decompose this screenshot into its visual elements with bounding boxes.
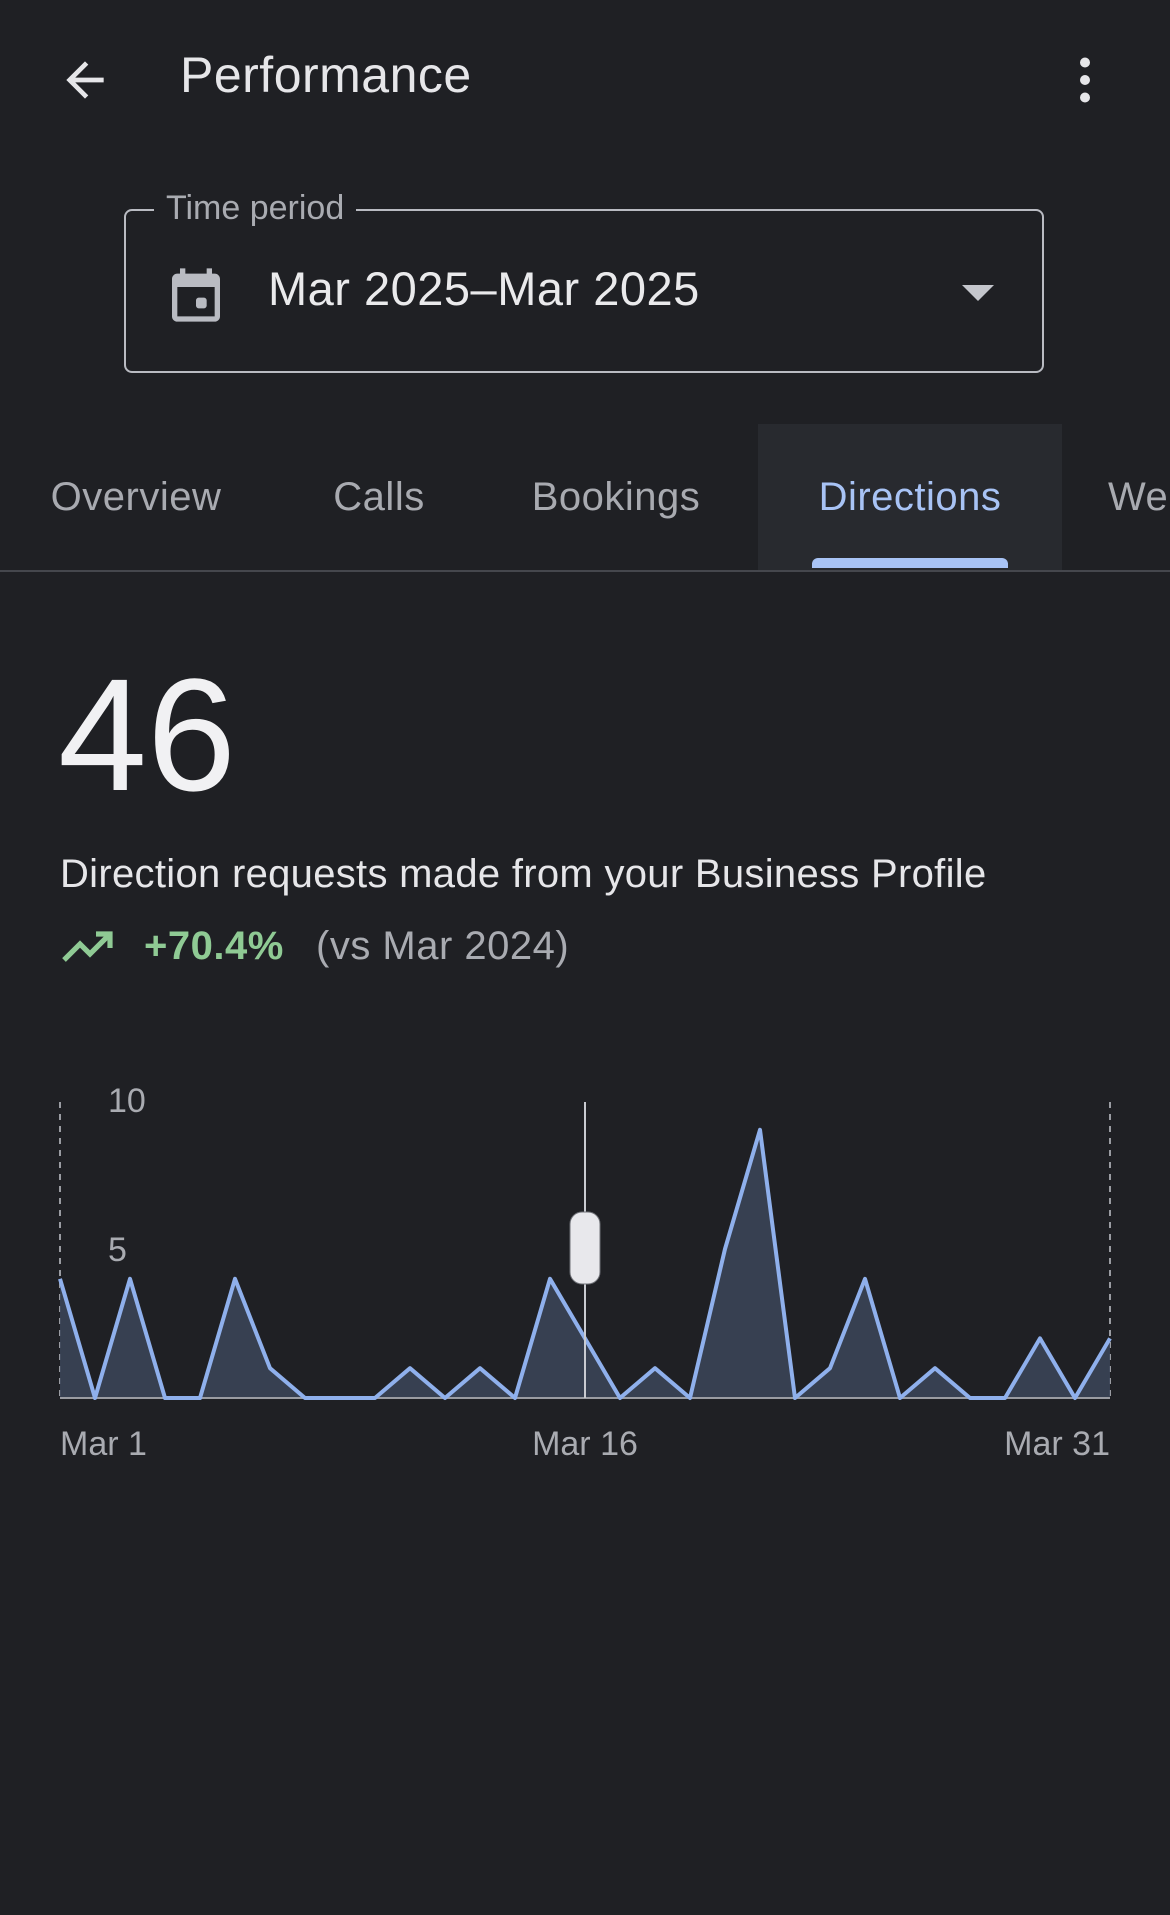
scrub-cursor-handle[interactable] [569, 1211, 601, 1285]
calendar-icon [172, 268, 220, 322]
arrow-drop-down-icon [962, 285, 994, 301]
time-period-dropdown[interactable]: Time period Mar 2025–Mar 2025 [124, 187, 1044, 373]
tab-website-clicks[interactable]: Website clicks [1094, 424, 1170, 570]
tab-directions[interactable]: Directions [758, 424, 1062, 570]
app-bar: Performance [0, 0, 1170, 150]
tab-overview[interactable]: Overview [0, 424, 272, 570]
more-options-button[interactable] [1040, 35, 1130, 125]
y-tick-label: 10 [108, 1082, 146, 1120]
time-period-label: Time period [154, 187, 357, 229]
x-tick-label: Mar 31 [1004, 1425, 1110, 1463]
back-button[interactable] [40, 35, 130, 125]
time-period-value: Mar 2025–Mar 2025 [268, 262, 700, 315]
active-tab-indicator [812, 558, 1008, 568]
tab-bar: Overview Calls Bookings Directions Websi… [0, 424, 1170, 572]
trending-up-icon [62, 931, 113, 962]
y-tick-label: 5 [108, 1231, 127, 1269]
percent-change: +70.4% [144, 924, 284, 968]
metric-description: Direction requests made from your Busine… [60, 852, 987, 896]
tab-bookings[interactable]: Bookings [498, 424, 734, 570]
page-title: Performance [180, 47, 472, 103]
comparison-period: (vs Mar 2024) [316, 924, 570, 968]
more-vert-icon [1080, 57, 1090, 103]
x-tick-label: Mar 16 [532, 1425, 638, 1463]
direction-requests-count: 46 [58, 645, 236, 824]
x-tick-label: Mar 1 [60, 1425, 147, 1463]
arrow-back-icon [66, 61, 104, 99]
tab-calls[interactable]: Calls [300, 424, 458, 570]
directions-chart[interactable]: 5 10 Mar 1 Mar 16 Mar 31 [0, 1080, 1170, 1480]
